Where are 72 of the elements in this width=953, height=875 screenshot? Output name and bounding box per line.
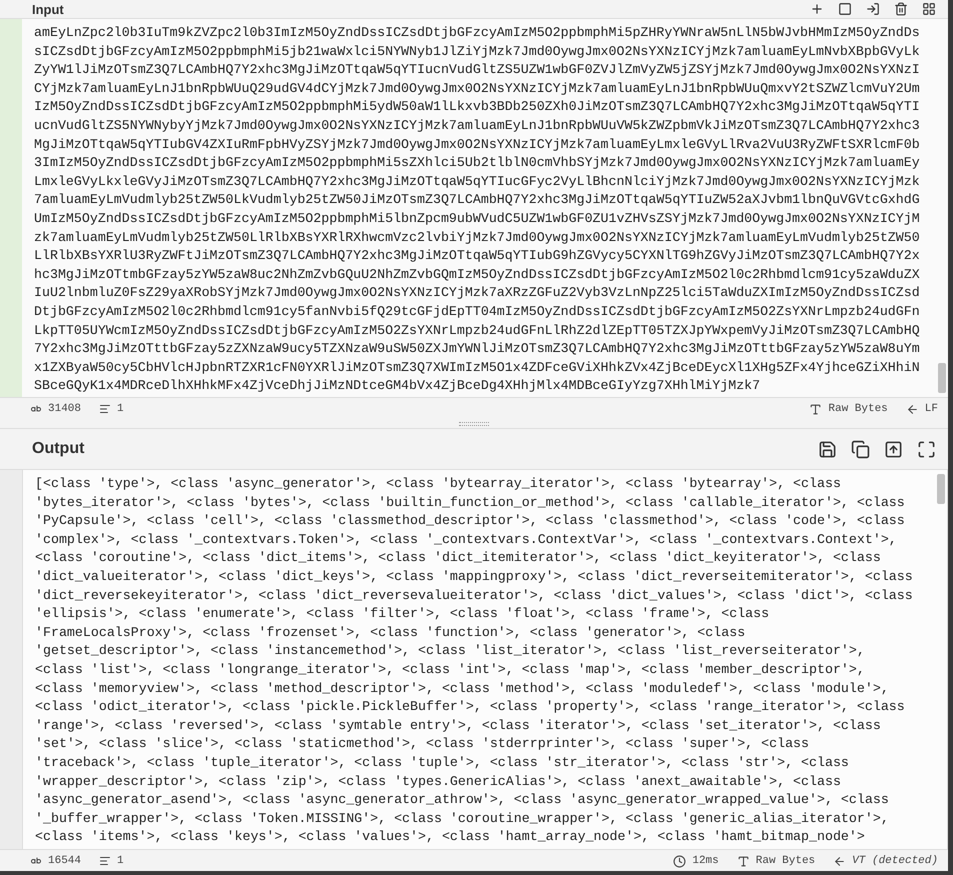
input-text-line: DtjbGFzcyAmIzM5O2l0c2Rhbmdlcm91cy5fanNvbi5fQ29tcGFjdEpTT04mIzM5OyZndDssICZsdDtjbGFzcyAmIzM5O2ZsYXNrLmpzb24udGFn bbox=[34, 302, 920, 321]
encoding-label[interactable]: Raw Bytes bbox=[828, 403, 888, 415]
output-text-line: <class 'items'>, <class 'keys'>, <class 'values'>, <class 'hamt_array_node'>, <class 'hamt_bitmap_node'> bbox=[35, 828, 865, 846]
clock-icon bbox=[673, 854, 686, 868]
trash-icon[interactable] bbox=[894, 2, 908, 16]
line-count: 1 bbox=[117, 855, 124, 867]
output-text-line: 'range'>, <class 'reversed'>, <class 'symtable entry'>, <class 'iterator'>, <class 'set_iterator'>, <class bbox=[35, 716, 881, 735]
input-text-line: zk7amluamEyLmVudmlyb25tZW50LlRlbXBsYXRlRXhwcmVzc2lvbiYjMzk7Jmd0OywgJmx0O2NsYXNzICYjMzk7amluamEyLmVudmlyb25tZW50 bbox=[34, 228, 920, 247]
length-count: 16544 bbox=[48, 855, 82, 867]
text-icon bbox=[809, 402, 822, 416]
input-text-line: UmIzM5OyZndDssICZsdDtjbGFzcyAmIzM5O2ppbmphMi5lbnZpcm9ubWVudC5UZW1wbGF0ZU1vZHVsZSYjMzk7Jmd0OywgJmx0O2NsYXNzICYjM bbox=[34, 210, 920, 228]
input-text-line: x1ZXByaW50cy5CbHVlcHJpbnRTZXR1cFN0YXRlJiMzOTsmZ3Q7XWImIzM5O1x4ZDFceGViXHhkZVx4ZjBceDEycXl1XHg5ZFx4YjhceGZiXHhiN bbox=[34, 358, 920, 377]
output-text-line: 'dict_valueiterator'>, <class 'dict_keys'>, <class 'mappingproxy'>, <class 'dict_reverseitemiterator'>, <class bbox=[35, 568, 913, 586]
eol-label[interactable]: LF bbox=[924, 403, 938, 415]
square-icon[interactable] bbox=[838, 2, 852, 16]
input-text-line: LkpTT05UYWcmIzM5OyZndDssICZsdDtjbGFzcyAmIzM5O2ZsYXNrLmpzb24udGFnLlRhZ2dlZEpTT05TZXJpYWxpemVyJiMzOTsmZ3Q7LCAmbHQ bbox=[34, 322, 920, 340]
output-text-line: 'PyCapsule'>, <class 'cell'>, <class 'classmethod_descriptor'>, <class 'classmethod'>, <class 'code'>, <class bbox=[35, 512, 905, 530]
scroll-thumb[interactable] bbox=[938, 363, 946, 393]
output-text-line: <class 'coroutine'>, <class 'dict_items'>, <class 'dict_itemiterator'>, <class 'dict_keyiterator'>, <class bbox=[35, 549, 881, 568]
output-text-line: 'getset_descriptor'>, <class 'instancemethod'>, <class 'list_iterator'>, <class 'list_reverseiterator'>, bbox=[35, 642, 865, 660]
input-title: Input bbox=[32, 2, 64, 16]
upload-icon[interactable] bbox=[884, 440, 903, 458]
left-arrow-icon bbox=[833, 854, 846, 868]
input-text-line: 7Y2xhc3MgJiMzOTttbGFzay5zZXNzaW9ucy5TZXNzaW9uSW50ZXJmYWNlJiMzOTsmZ3Q7LCAmbHQ7Y2xhc3MgJiMzOTttbGFzay5zYW5zaW8uYm bbox=[34, 340, 920, 358]
splitter-handle[interactable] bbox=[0, 420, 948, 428]
input-text-area[interactable] bbox=[22, 19, 948, 397]
input-text-line: ZyYW1lJiMzOTsmZ3Q7LCAmbHQ7Y2xhc3MgJiMzOTtqaW5qYTIucnVudGltZS5UZW1wbGF0ZVJlZmVyZW5jZSYjMzk7Jmd0OywgJmx0O2NsYXNzI bbox=[34, 61, 920, 80]
input-text-line: IzM5OyZndDssICZsdDtjbGFzcyAmIzM5O2ppbmphMi5ydW50aW1lLkxvb3BDb250ZXh0JiMzOTsmZ3Q7LCAmbHQ7Y2xhc3MgJiMzOTtqaW5qYTI bbox=[34, 98, 920, 116]
input-text-line: IuU2lnbmluZ0FsZ29yaXRobSYjMzk7Jmd0OywgJmx0O2NsYXNzICYjMzk7aXRzZGFuZ2Vyb3VzLnNpZ25lci5TaWduZXImIzM5OyZndDssICZsd bbox=[34, 284, 920, 302]
output-text-line: <class 'list'>, <class 'longrange_iterator'>, <class 'int'>, <class 'map'>, <class 'member_descriptor'>, bbox=[35, 660, 865, 679]
input-text-line: sICZsdDtjbGFzcyAmIzM5O2ppbmphMi5jb21waWxlci5NYWNyb1JlZiYjMzk7Jmd0OywgJmx0O2NsYXNzICYjMzk7amluamEyLmNvbXBpbGVyLk bbox=[34, 42, 920, 61]
eol-label[interactable]: VT (detected) bbox=[852, 855, 938, 867]
output-text-line: 'async_generator_asend'>, <class 'async_generator_athrow'>, <class 'async_generator_wrapped_value'>, <class bbox=[35, 791, 889, 810]
input-text-line: 3ImIzM5OyZndDssICZsdDtjbGFzcyAmIzM5O2ppbmphMi5sZXhlci5Ub2tlblN0cmVhbSYjMzk7Jmd0OywgJmx0O2NsYXNzICYjMzk7amluamEy bbox=[34, 154, 920, 172]
output-text-line: 'bytes_iterator'>, <class 'bytes'>, <class 'builtin_function_or_method'>, <class 'callable_iterator'>, <class bbox=[35, 494, 905, 512]
output-text-area[interactable] bbox=[22, 470, 948, 849]
length-count: 31408 bbox=[48, 403, 82, 415]
fullscreen-icon[interactable] bbox=[917, 440, 936, 458]
grid-icon[interactable] bbox=[922, 2, 936, 16]
add-icon[interactable] bbox=[810, 2, 824, 16]
save-icon[interactable] bbox=[818, 440, 837, 458]
output-text-line: 'wrapper_descriptor'>, <class 'zip'>, <class 'types.GenericAlias'>, <class 'anext_awaitable'>, <class bbox=[35, 772, 841, 790]
output-text-line: 'ellipsis'>, <class 'enumerate'>, <class 'filter'>, <class 'float'>, <class 'frame'>, <class bbox=[35, 605, 770, 624]
output-text-line: <class 'odict_iterator'>, <class 'pickle.PickleBuffer'>, <class 'property'>, <class 'range_iterator'>, <class bbox=[35, 698, 905, 716]
input-text-line: LmxleGVyLkxleGVyJiMzOTsmZ3Q7LCAmbHQ7Y2xhc3MgJiMzOTtqaW5qYTIucGFyc2VyLlBhcnNlciYjMzk7Jmd0OywgJmx0O2NsYXNzICYjMzk bbox=[34, 172, 920, 191]
output-text-line: 'traceback'>, <class 'tuple_iterator'>, <class 'tuple'>, <class 'str_iterator'>, <class 'str'>, <class bbox=[35, 754, 849, 772]
scroll-thumb[interactable] bbox=[937, 474, 945, 504]
output-text-line: 'set'>, <class 'slice'>, <class 'staticmethod'>, <class 'stderrprinter'>, <class 'super'>, <class bbox=[35, 735, 810, 754]
output-text-line: 'dict_reversekeyiterator'>, <class 'dict_reversevalueiterator'>, <class 'dict_values'>, <class 'dict'>, <class bbox=[35, 586, 913, 605]
open-file-icon[interactable] bbox=[866, 2, 880, 16]
input-text-line: 7amluamEyLmVudmlyb25tZW50LkVudmlyb25tZW50JiMzOTsmZ3Q7LCAmbHQ7Y2xhc3MgJiMzOTtqaW5qYTIuZW52aXJvbm1lbnQuVGVtcGxhdG bbox=[34, 191, 920, 210]
input-text-line: LlRlbXBsYXRlU3RyZWFtJiMzOTsmZ3Q7LCAmbHQ7Y2xhc3MgJiMzOTtqaW5qYTIubG9hZGVycy5CYXNlTG9hZGVyJiMzOTsmZ3Q7LCAmbHQ7Y2x bbox=[34, 247, 920, 266]
output-text-line: 'complex'>, <class '_contextvars.Token'>, <class '_contextvars.ContextVar'>, <class '_contextvars.Context'>, bbox=[35, 530, 897, 549]
output-text-line: [<class 'type'>, <class 'async_generator'>, <class 'bytearray_iterator'>, <class 'bytearray'>, <class bbox=[35, 475, 841, 493]
input-text-line: MgJiMzOTtqaW5qYTIubGV4ZXIuRmFpbHVyZSYjMzk7Jmd0OywgJmx0O2NsYXNzICYjMzk7amluamEyLmxleGVyLlRva2VuU3RyZWFtSXRlcmF0b bbox=[34, 136, 920, 154]
output-title: Output bbox=[32, 440, 84, 458]
text-icon bbox=[736, 854, 750, 868]
left-arrow-icon bbox=[906, 402, 919, 416]
line-count: 1 bbox=[117, 403, 124, 415]
input-text-line: amEyLnZpc2l0b3IuTm9kZVZpc2l0b3ImIzM5OyZndDssICZsdDtjbGFzcyAmIzM5O2ppbmphMi5pZHRyYWNraW5nLlN5bWJvbHMmIzM5OyZndDs bbox=[34, 24, 920, 42]
lines-icon bbox=[99, 855, 112, 867]
input-text-line: SBceGQyK1x4MDRceDlhXHhkMFx4ZjVceDhjJiMzNDtceGM4bVx4ZjBceDg4XHhjMlx4MDBceGIyYzg7XHhlMiYjMzk7 bbox=[34, 377, 760, 396]
output-text-line: '_buffer_wrapper'>, <class 'Token.MISSING'>, <class 'coroutine_wrapper'>, <class 'generic_alias_iterator'>, bbox=[35, 810, 889, 828]
bake-time: 12ms bbox=[692, 855, 719, 867]
input-text-line: hc3MgJiMzOTtmbGFzay5zYW5zaW8uc2NhZmZvbGQuU2NhZmZvbGQmIzM5OyZndDssICZsdDtjbGFzcyAmIzM5O2l0c2Rhbmdlcm91cy5zaWduZX bbox=[34, 266, 920, 284]
output-text-line: 'FrameLocalsProxy'>, <class 'frozenset'>, <class 'function'>, <class 'generator'>, <class bbox=[35, 624, 746, 642]
output-text-line: <class 'memoryview'>, <class 'method_descriptor'>, <class 'method'>, <class 'moduledef'>, <class 'module'>, bbox=[35, 680, 889, 698]
copy-icon[interactable] bbox=[851, 440, 870, 458]
encoding-label[interactable]: Raw Bytes bbox=[756, 855, 816, 867]
lines-icon bbox=[99, 403, 112, 415]
input-text-line: ucnVudGltZS5NYWNybyYjMzk7Jmd0OywgJmx0O2NsYXNzICYjMzk7amluamEyLnJ1bnRpbWUuVW5kZWZpbmVkJiMzOTsmZ3Q7LCAmbHQ7Y2xhc3 bbox=[34, 116, 920, 135]
input-text-line: CYjMzk7amluamEyLnJ1bnRpbWUuQ29udGV4dCYjMzk7Jmd0OywgJmx0O2NsYXNzICYjMzk7amluamEyLnJ1bnRpbWUuQmxvY2tSZWZlcmVuY2Um bbox=[34, 80, 920, 98]
